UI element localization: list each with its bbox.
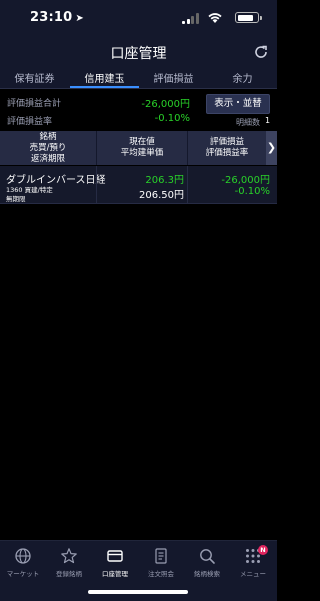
- current-price: 206.3円: [145, 175, 184, 186]
- column-header-issue: 銘柄 売買/預り 返済期限: [0, 132, 96, 165]
- tab-buying-power[interactable]: 余力: [208, 70, 277, 85]
- column-header-pl: 評価損益 評価損益率: [188, 137, 266, 159]
- tab-margin-positions[interactable]: 信用建玉: [70, 70, 139, 85]
- page-title: 口座管理: [110, 46, 167, 62]
- pl-rate-value: -0.10%: [154, 113, 190, 124]
- header-issue-line: 銘柄: [39, 132, 57, 142]
- average-price: 206.50円: [139, 190, 184, 201]
- status-time: 23:10 ➤: [30, 10, 84, 25]
- nav-label: 銘柄検索: [194, 570, 220, 578]
- pl-rate-label: 評価損益率: [7, 117, 53, 127]
- refresh-icon[interactable]: [253, 44, 269, 60]
- app-header: 口座管理: [0, 36, 277, 66]
- pl-rate: -0.10%: [234, 186, 270, 197]
- tab-valuation-pl[interactable]: 評価損益: [139, 70, 208, 85]
- column-divider: [96, 166, 97, 203]
- detail-count-label: 明細数: [236, 118, 260, 127]
- table-header: 銘柄 売買/預り 返済期限 現在値 平均建単価 評価損益 評価損益率 ❯: [0, 131, 277, 165]
- table-row[interactable]: ダブルインバース日経 1360 買建/特定 無期限 206.3円 206.50円…: [0, 166, 277, 204]
- active-tab-indicator: [70, 86, 139, 88]
- header-avg-price: 平均建単価: [120, 148, 164, 158]
- display-sort-button[interactable]: 表示・並替: [206, 94, 270, 114]
- star-icon: [61, 548, 77, 564]
- nav-account[interactable]: 口座管理: [92, 547, 138, 578]
- header-deadline-line: 返済期限: [30, 154, 65, 164]
- cellular-signal-icon: [182, 13, 199, 24]
- header-pl-rate: 評価損益率: [205, 148, 249, 158]
- card-icon: [107, 550, 123, 562]
- header-side-line: 売買/預り: [29, 143, 67, 153]
- nav-orders[interactable]: 注文照会: [138, 547, 184, 578]
- wifi-icon: [208, 13, 222, 23]
- summary-panel: 評価損益合計 -26,000円 評価損益率 -0.10% 表示・並替 明細数 1: [0, 89, 277, 129]
- tab-bar: 保有証券 信用建玉 評価損益 余力: [0, 66, 277, 89]
- clock-text: 23:10: [30, 10, 73, 25]
- nav-label: メニュー: [240, 570, 266, 578]
- column-divider: [187, 166, 188, 203]
- total-pl-value: -26,000円: [141, 99, 190, 110]
- status-bar: 23:10 ➤: [0, 0, 277, 36]
- home-indicator[interactable]: [88, 590, 188, 594]
- nav-label: 登録銘柄: [56, 570, 82, 578]
- detail-count-value: 1: [265, 116, 271, 125]
- nav-search[interactable]: 銘柄検索: [184, 547, 230, 578]
- total-pl-label: 評価損益合計: [7, 99, 62, 109]
- status-icons: [169, 11, 262, 25]
- chevron-right-icon[interactable]: ❯: [266, 131, 277, 165]
- location-icon: ➤: [75, 13, 84, 24]
- nav-market[interactable]: マーケット: [0, 547, 46, 578]
- nav-menu[interactable]: N メニュー: [230, 545, 276, 578]
- pl-value: -26,000円: [221, 175, 270, 186]
- nav-label: マーケット: [6, 570, 40, 578]
- document-icon: [155, 548, 167, 564]
- nav-label: 注文照会: [148, 570, 174, 578]
- header-pl: 評価損益: [209, 137, 244, 147]
- search-icon: [200, 549, 215, 564]
- tab-holdings[interactable]: 保有証券: [0, 70, 69, 85]
- globe-icon: [15, 548, 31, 564]
- nav-label: 口座管理: [102, 570, 128, 578]
- battery-icon: [235, 12, 262, 23]
- issue-deadline: 無期限: [6, 195, 26, 203]
- header-current-price: 現在値: [129, 137, 155, 147]
- column-header-price: 現在値 平均建単価: [97, 137, 187, 159]
- notification-badge: N: [258, 545, 268, 555]
- nav-watchlist[interactable]: 登録銘柄: [46, 547, 92, 578]
